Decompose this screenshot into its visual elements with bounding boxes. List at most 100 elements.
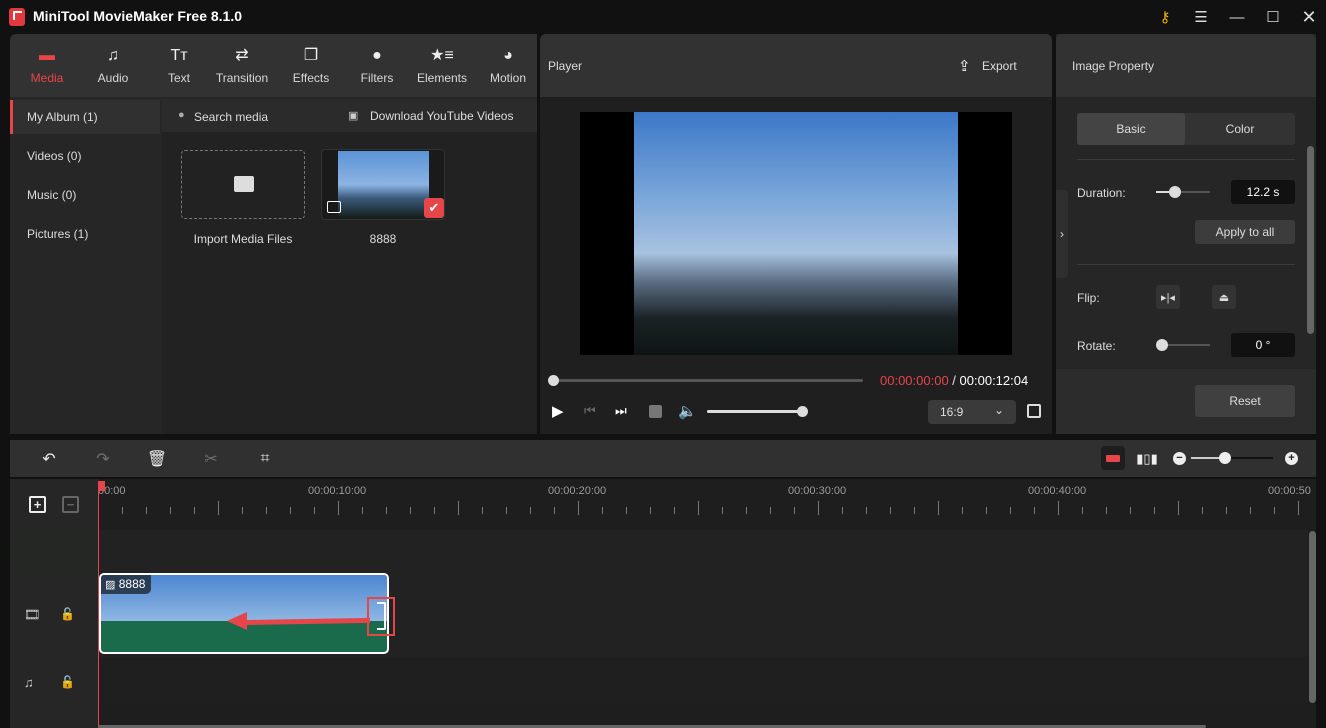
rotate-handle[interactable] xyxy=(1156,339,1168,351)
ruler-tick xyxy=(698,501,699,515)
ruler-tick xyxy=(482,507,483,514)
zoom-out-button[interactable]: − xyxy=(1173,452,1186,465)
youtube-download-icon: ▣ xyxy=(348,110,359,122)
ruler-tick xyxy=(1178,501,1179,515)
ruler-label: 00:00:10:00 xyxy=(308,485,367,497)
time-display: 00:00:00:00 / 00:00:12:04 xyxy=(880,373,1029,388)
property-scrollbar[interactable] xyxy=(1307,146,1314,334)
duration-slider[interactable] xyxy=(1156,191,1210,193)
media-item-name: 8888 xyxy=(369,232,397,246)
ruler-tick xyxy=(722,507,723,514)
close-icon[interactable]: ✕ xyxy=(1296,6,1322,28)
ruler-label: 00:00:40:00 xyxy=(1028,485,1087,497)
aspect-ratio-select[interactable]: 16:9 ⌄ xyxy=(928,400,1016,424)
delete-button[interactable]: 🗑 xyxy=(146,448,168,470)
collapse-panel-toggle[interactable]: › xyxy=(1056,190,1068,278)
next-frame-button[interactable]: ⏭ xyxy=(615,403,627,419)
ruler-tick xyxy=(1226,507,1227,514)
rotate-input[interactable]: 0 ° xyxy=(1231,333,1295,357)
audio-track-lock-icon[interactable]: 🔓 xyxy=(60,675,75,689)
annotation-arrow-head xyxy=(227,612,247,630)
app-logo-icon xyxy=(9,8,25,26)
sidebar-item-pictures[interactable]: Pictures (1) xyxy=(10,217,160,251)
crop-button[interactable]: ⌗ xyxy=(254,448,276,470)
tab-elements[interactable]: ★≡ Elements xyxy=(410,34,474,97)
ruler-tick xyxy=(1130,507,1131,514)
tab-filters[interactable]: ● Filters xyxy=(345,34,409,97)
flip-vertical-button[interactable]: ⏏ xyxy=(1212,285,1236,309)
download-youtube-button[interactable]: Download YouTube Videos xyxy=(370,109,513,123)
duration-handle[interactable] xyxy=(1168,186,1181,198)
sidebar-item-music[interactable]: Music (0) xyxy=(10,178,160,212)
image-type-icon: ▨ xyxy=(105,579,116,591)
export-button[interactable]: Export xyxy=(982,59,1017,73)
tab-basic[interactable]: Basic xyxy=(1077,113,1185,145)
video-track-lock-icon[interactable]: 🔓 xyxy=(60,607,75,621)
image-type-icon xyxy=(327,201,341,213)
tab-text[interactable]: Tт Text xyxy=(147,34,211,97)
ruler-tick xyxy=(170,507,171,514)
flip-horizontal-button[interactable]: ▸|◂ xyxy=(1156,285,1180,309)
ruler-tick xyxy=(626,507,627,514)
ruler-tick xyxy=(1202,507,1203,514)
import-media-button[interactable] xyxy=(181,150,305,219)
audio-track-icon: ♫ xyxy=(24,675,34,690)
play-button[interactable]: ▶ xyxy=(552,402,564,420)
split-button[interactable]: ✂ xyxy=(200,448,222,470)
remove-track-button[interactable]: − xyxy=(62,496,79,513)
timeline-zoom-slider[interactable] xyxy=(1191,457,1273,459)
selected-check-icon[interactable]: ✔ xyxy=(424,198,444,218)
minimize-icon[interactable]: — xyxy=(1224,6,1250,28)
playback-progress-bar[interactable] xyxy=(553,379,863,382)
tab-media[interactable]: ▬ Media xyxy=(15,34,79,97)
volume-slider[interactable] xyxy=(707,410,802,413)
tab-audio[interactable]: ♫ Audio xyxy=(81,34,145,97)
volume-handle[interactable] xyxy=(797,406,808,417)
reset-button[interactable]: Reset xyxy=(1195,385,1295,417)
search-media-input[interactable]: Search media xyxy=(194,110,268,124)
folder-icon xyxy=(234,176,254,192)
app-title: MiniTool MovieMaker Free 8.1.0 xyxy=(33,8,243,24)
filters-icon: ● xyxy=(372,46,382,64)
playback-progress-handle[interactable] xyxy=(548,375,559,386)
timeline-ruler[interactable]: 00:00 00:00:10:00 00:00:20:00 00:00:30:0… xyxy=(98,479,1311,519)
snap-toggle-button[interactable] xyxy=(1101,446,1125,470)
tab-motion[interactable]: ◕ Motion xyxy=(476,34,540,97)
redo-button[interactable]: ↷ xyxy=(92,448,114,470)
ruler-tick xyxy=(746,507,747,514)
trim-handle-icon[interactable] xyxy=(377,602,386,630)
fullscreen-button[interactable] xyxy=(1027,404,1041,418)
playhead-line[interactable] xyxy=(98,481,99,728)
fit-timeline-button[interactable]: ▮▯▮ xyxy=(1136,448,1158,470)
key-icon[interactable]: ⚷ xyxy=(1152,6,1178,28)
stop-button[interactable] xyxy=(649,405,662,418)
zoom-in-button[interactable]: + xyxy=(1285,452,1298,465)
maximize-icon[interactable]: ☐ xyxy=(1260,6,1286,28)
menu-icon[interactable]: ☰ xyxy=(1188,6,1214,28)
elements-icon: ★≡ xyxy=(430,46,454,64)
ruler-tick xyxy=(842,507,843,514)
add-track-button[interactable]: + xyxy=(29,496,46,513)
ruler-tick xyxy=(410,507,411,514)
undo-button[interactable]: ↶ xyxy=(38,448,60,470)
tab-transition[interactable]: ⇄ Transition xyxy=(210,34,274,97)
ruler-tick xyxy=(506,507,507,514)
sidebar-item-videos[interactable]: Videos (0) xyxy=(10,139,160,173)
video-preview xyxy=(580,112,1012,355)
sidebar-item-my-album[interactable]: My Album (1) xyxy=(10,100,160,134)
previous-frame-button[interactable]: ⏮ xyxy=(584,403,596,419)
playhead-handle[interactable] xyxy=(98,481,105,491)
ruler-tick xyxy=(914,507,915,514)
flip-label: Flip: xyxy=(1077,291,1100,305)
tab-color[interactable]: Color xyxy=(1185,113,1295,145)
media-item-thumbnail[interactable]: ✔ xyxy=(321,149,445,220)
tab-effects[interactable]: ❐ Effects xyxy=(279,34,343,97)
player-header xyxy=(540,34,1052,97)
effects-icon: ❐ xyxy=(303,46,319,64)
duration-input[interactable]: 12.2 s xyxy=(1231,180,1295,204)
timeline-vertical-scrollbar[interactable] xyxy=(1309,531,1316,703)
volume-icon[interactable]: 🔈 xyxy=(678,402,697,420)
apply-to-all-button[interactable]: Apply to all xyxy=(1195,220,1295,244)
ruler-tick xyxy=(554,507,555,514)
ruler-tick xyxy=(794,507,795,514)
